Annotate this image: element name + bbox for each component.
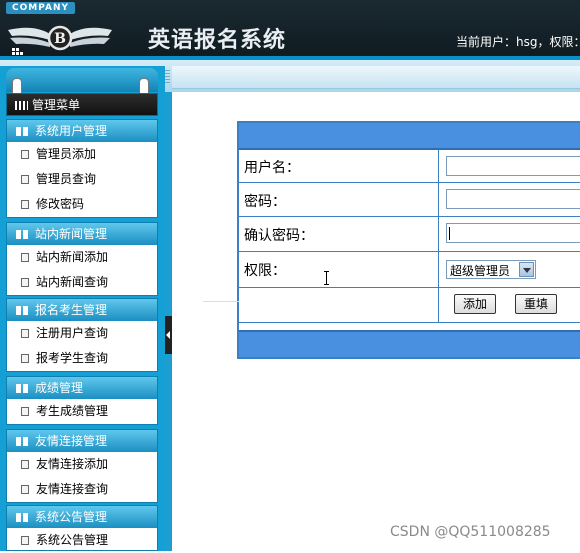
group-title[interactable]: 系统用户管理 (7, 120, 157, 142)
bentley-logo-icon: B (8, 25, 112, 55)
username-label: 用户名： (244, 160, 300, 176)
password-row: 密码： (239, 183, 580, 217)
divider-line (203, 301, 239, 302)
sidebar-item-admin-query[interactable]: 管理员查询 (7, 167, 157, 192)
confirm-password-label: 确认密码： (244, 228, 314, 244)
menu-title: 管理菜单 (32, 98, 81, 112)
username-row: 用户名： (239, 150, 580, 183)
menu-group-announcements: 系统公告管理 系统公告管理 (6, 505, 158, 551)
role-selected-value: 超级管理员 (450, 264, 511, 278)
sidebar-item-admin-add[interactable]: 管理员添加 (7, 142, 157, 167)
page-icon (21, 150, 29, 159)
password-input[interactable] (446, 189, 580, 209)
text-cursor-icon (324, 271, 330, 285)
group-title[interactable]: 站内新闻管理 (7, 223, 157, 245)
page-icon (21, 278, 29, 287)
username-input[interactable] (446, 156, 580, 176)
actions-row: 添加 重填 (239, 288, 580, 323)
page-icon (21, 407, 29, 416)
page-icon (21, 329, 29, 338)
collapse-arrow-icon[interactable] (165, 316, 172, 354)
folder-icon (16, 384, 28, 393)
watermark: CSDN @QQ511008285 (390, 524, 551, 540)
page-title: 英语报名系统 (148, 27, 287, 53)
page-icon (21, 253, 29, 262)
sidebar-item-registered-users[interactable]: 注册用户查询 (7, 321, 157, 346)
folder-icon (16, 230, 28, 239)
folder-icon (16, 127, 28, 136)
page-icon (21, 536, 29, 545)
role-label: 权限： (244, 263, 286, 279)
group-title[interactable]: 成绩管理 (7, 377, 157, 399)
password-label: 密码： (244, 194, 286, 210)
reset-button[interactable]: 重填 (515, 294, 558, 314)
menu-header: 管理菜单 (6, 93, 158, 116)
sidebar-item-link-query[interactable]: 友情连接查询 (7, 477, 157, 502)
page-icon (21, 485, 29, 494)
folder-icon (16, 513, 28, 522)
menu-group-scores: 成绩管理 考生成绩管理 (6, 376, 158, 425)
confirm-password-input[interactable] (446, 223, 580, 243)
admin-add-form: 用户名： 密码： 确认密码： 权限： 超级管理员 添加 重填 (237, 121, 580, 359)
add-button[interactable]: 添加 (454, 294, 497, 314)
current-user-info: 当前用户：hsg，权限： (456, 35, 580, 49)
content-toolbar (172, 66, 580, 89)
svg-text:B: B (54, 31, 66, 47)
sidebar-item-exam-students[interactable]: 报考学生查询 (7, 346, 157, 371)
page-icon (21, 354, 29, 363)
chevron-down-icon[interactable] (519, 262, 534, 277)
page-icon (21, 175, 29, 184)
folder-icon (16, 437, 28, 446)
form-header-bar (239, 123, 580, 150)
menu-group-news: 站内新闻管理 站内新闻添加 站内新闻查询 (6, 222, 158, 296)
page-icon (21, 200, 29, 209)
company-badge: COMPANY (6, 2, 75, 14)
sidebar-item-link-add[interactable]: 友情连接添加 (7, 452, 157, 477)
sidebar-item-announcement-manage[interactable]: 系统公告管理 (7, 528, 157, 553)
group-title[interactable]: 系统公告管理 (7, 506, 157, 528)
text-caret (449, 227, 450, 240)
sidebar-item-news-add[interactable]: 站内新闻添加 (7, 245, 157, 270)
role-select[interactable]: 超级管理员 (446, 260, 536, 279)
sidebar-item-change-password[interactable]: 修改密码 (7, 192, 157, 217)
sidebar-item-score-manage[interactable]: 考生成绩管理 (7, 399, 157, 424)
menu-group-system-users: 系统用户管理 管理员添加 管理员查询 修改密码 (6, 119, 158, 218)
sidebar-item-news-query[interactable]: 站内新闻查询 (7, 270, 157, 295)
page-icon (21, 460, 29, 469)
app-header: COMPANY B 英语报名系统 当前用户：hsg，权限： (0, 0, 580, 60)
group-title[interactable]: 报名考生管理 (7, 299, 157, 321)
menu-grid-icon (15, 101, 28, 110)
role-row: 权限： 超级管理员 (239, 252, 580, 288)
folder-icon (16, 306, 28, 315)
sidebar-cap (6, 68, 158, 92)
confirm-password-row: 确认密码： (239, 217, 580, 252)
menu-group-links: 友情连接管理 友情连接添加 友情连接查询 (6, 429, 158, 503)
menu-group-candidates: 报名考生管理 注册用户查询 报考学生查询 (6, 298, 158, 372)
form-footer-bar (239, 330, 580, 357)
group-title[interactable]: 友情连接管理 (7, 430, 157, 452)
